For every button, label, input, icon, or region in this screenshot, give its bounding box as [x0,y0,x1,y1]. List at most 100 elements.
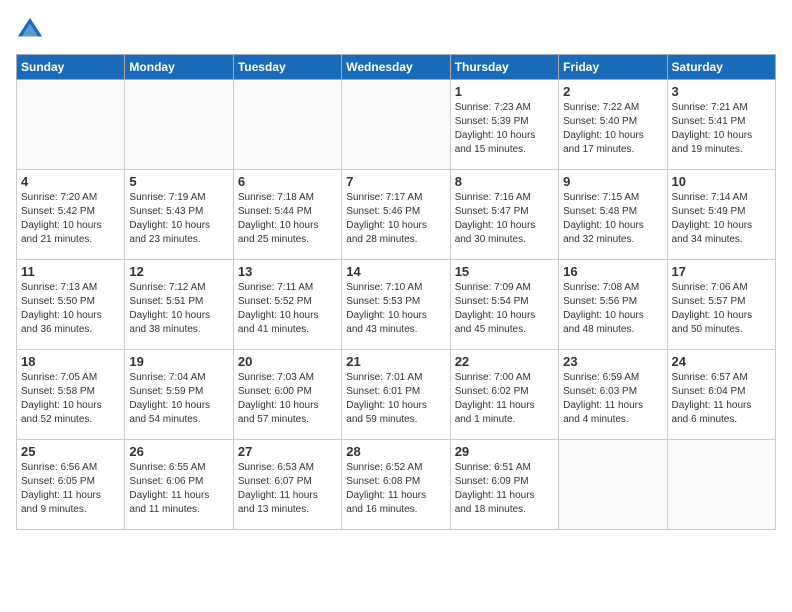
day-number: 13 [238,264,337,279]
calendar-cell: 23 Sunrise: 6:59 AM Sunset: 6:03 PM Dayli… [559,350,667,440]
calendar-cell: 28 Sunrise: 6:52 AM Sunset: 6:08 PM Dayli… [342,440,450,530]
day-number: 1 [455,84,554,99]
calendar-cell: 22 Sunrise: 7:00 AM Sunset: 6:02 PM Dayli… [450,350,558,440]
day-info: Sunrise: 7:00 AM Sunset: 6:02 PM Dayligh… [455,371,554,427]
day-info: Sunrise: 7:16 AM Sunset: 5:47 PM Dayligh… [455,191,554,247]
calendar-cell: 25 Sunrise: 6:56 AM Sunset: 6:05 PM Dayli… [17,440,125,530]
calendar-cell: 24 Sunrise: 6:57 AM Sunset: 6:04 PM Dayli… [667,350,775,440]
day-info: Sunrise: 6:55 AM Sunset: 6:06 PM Dayligh… [129,461,228,517]
calendar-cell: 9Sunrise: 7:15 AM Sunset: 5:48 PM Daylig… [559,170,667,260]
day-number: 15 [455,264,554,279]
calendar-cell [17,80,125,170]
day-info: Sunrise: 6:57 AM Sunset: 6:04 PM Dayligh… [672,371,771,427]
calendar-cell [233,80,341,170]
day-number: 12 [129,264,228,279]
day-number: 11 [21,264,120,279]
day-number: 28 [346,444,445,459]
calendar-cell: 14 Sunrise: 7:10 AM Sunset: 5:53 PM Dayli… [342,260,450,350]
weekday-header-wednesday: Wednesday [342,55,450,80]
weekday-header-tuesday: Tuesday [233,55,341,80]
day-number: 14 [346,264,445,279]
day-info: Sunrise: 7:23 AM Sunset: 5:39 PM Dayligh… [455,101,554,157]
day-number: 26 [129,444,228,459]
calendar-cell: 27Sunrise: 6:53 AM Sunset: 6:07 PM Dayli… [233,440,341,530]
day-number: 18 [21,354,120,369]
day-info: Sunrise: 7:17 AM Sunset: 5:46 PM Dayligh… [346,191,445,247]
calendar-cell [125,80,233,170]
day-number: 6 [238,174,337,189]
day-number: 21 [346,354,445,369]
calendar-cell: 11 Sunrise: 7:13 AM Sunset: 5:50 PM Dayli… [17,260,125,350]
day-number: 5 [129,174,228,189]
calendar-cell: 18 Sunrise: 7:05 AM Sunset: 5:58 PM Dayli… [17,350,125,440]
weekday-header-sunday: Sunday [17,55,125,80]
day-info: Sunrise: 7:03 AM Sunset: 6:00 PM Dayligh… [238,371,337,427]
day-number: 10 [672,174,771,189]
calendar-cell: 21 Sunrise: 7:01 AM Sunset: 6:01 PM Dayli… [342,350,450,440]
page-header [16,16,776,44]
day-info: Sunrise: 7:15 AM Sunset: 5:48 PM Dayligh… [563,191,662,247]
calendar-cell: 19 Sunrise: 7:04 AM Sunset: 5:59 PM Dayli… [125,350,233,440]
day-info: Sunrise: 6:59 AM Sunset: 6:03 PM Dayligh… [563,371,662,427]
day-info: Sunrise: 7:04 AM Sunset: 5:59 PM Dayligh… [129,371,228,427]
day-info: Sunrise: 6:52 AM Sunset: 6:08 PM Dayligh… [346,461,445,517]
day-info: Sunrise: 7:14 AM Sunset: 5:49 PM Dayligh… [672,191,771,247]
day-number: 19 [129,354,228,369]
calendar-cell: 3 Sunrise: 7:21 AM Sunset: 5:41 PM Daylig… [667,80,775,170]
calendar-cell: 1 Sunrise: 7:23 AM Sunset: 5:39 PM Daylig… [450,80,558,170]
day-number: 27 [238,444,337,459]
calendar-cell: 20 Sunrise: 7:03 AM Sunset: 6:00 PM Dayli… [233,350,341,440]
day-info: Sunrise: 6:51 AM Sunset: 6:09 PM Dayligh… [455,461,554,517]
day-number: 2 [563,84,662,99]
day-number: 8 [455,174,554,189]
calendar-cell [342,80,450,170]
calendar-cell: 7 Sunrise: 7:17 AM Sunset: 5:46 PM Daylig… [342,170,450,260]
weekday-header-friday: Friday [559,55,667,80]
day-number: 20 [238,354,337,369]
day-number: 24 [672,354,771,369]
day-number: 29 [455,444,554,459]
calendar-cell: 2 Sunrise: 7:22 AM Sunset: 5:40 PM Daylig… [559,80,667,170]
day-number: 4 [21,174,120,189]
day-number: 23 [563,354,662,369]
week-row-1: 1 Sunrise: 7:23 AM Sunset: 5:39 PM Daylig… [17,80,776,170]
calendar-cell [559,440,667,530]
day-info: Sunrise: 7:05 AM Sunset: 5:58 PM Dayligh… [21,371,120,427]
day-info: Sunrise: 7:22 AM Sunset: 5:40 PM Dayligh… [563,101,662,157]
weekday-header-thursday: Thursday [450,55,558,80]
logo [16,16,48,44]
day-info: Sunrise: 7:19 AM Sunset: 5:43 PM Dayligh… [129,191,228,247]
logo-icon [16,16,44,44]
day-info: Sunrise: 6:56 AM Sunset: 6:05 PM Dayligh… [21,461,120,517]
day-number: 25 [21,444,120,459]
calendar-cell: 26 Sunrise: 6:55 AM Sunset: 6:06 PM Dayli… [125,440,233,530]
day-info: Sunrise: 7:18 AM Sunset: 5:44 PM Dayligh… [238,191,337,247]
day-number: 3 [672,84,771,99]
day-info: Sunrise: 7:20 AM Sunset: 5:42 PM Dayligh… [21,191,120,247]
day-info: Sunrise: 7:09 AM Sunset: 5:54 PM Dayligh… [455,281,554,337]
day-info: Sunrise: 7:08 AM Sunset: 5:56 PM Dayligh… [563,281,662,337]
calendar-cell: 12 Sunrise: 7:12 AM Sunset: 5:51 PM Dayli… [125,260,233,350]
calendar-cell: 29 Sunrise: 6:51 AM Sunset: 6:09 PM Dayli… [450,440,558,530]
calendar-cell: 13 Sunrise: 7:11 AM Sunset: 5:52 PM Dayli… [233,260,341,350]
calendar-cell: 6 Sunrise: 7:18 AM Sunset: 5:44 PM Daylig… [233,170,341,260]
calendar-cell: 8 Sunrise: 7:16 AM Sunset: 5:47 PM Daylig… [450,170,558,260]
day-info: Sunrise: 7:10 AM Sunset: 5:53 PM Dayligh… [346,281,445,337]
day-info: Sunrise: 7:21 AM Sunset: 5:41 PM Dayligh… [672,101,771,157]
day-number: 22 [455,354,554,369]
day-info: Sunrise: 7:06 AM Sunset: 5:57 PM Dayligh… [672,281,771,337]
week-row-2: 4 Sunrise: 7:20 AM Sunset: 5:42 PM Daylig… [17,170,776,260]
day-info: Sunrise: 7:13 AM Sunset: 5:50 PM Dayligh… [21,281,120,337]
weekday-header-monday: Monday [125,55,233,80]
day-info: Sunrise: 7:12 AM Sunset: 5:51 PM Dayligh… [129,281,228,337]
calendar-cell: 16 Sunrise: 7:08 AM Sunset: 5:56 PM Dayli… [559,260,667,350]
calendar-cell: 10 Sunrise: 7:14 AM Sunset: 5:49 PM Dayli… [667,170,775,260]
day-info: Sunrise: 7:01 AM Sunset: 6:01 PM Dayligh… [346,371,445,427]
day-number: 17 [672,264,771,279]
weekday-header-saturday: Saturday [667,55,775,80]
day-number: 16 [563,264,662,279]
day-info: Sunrise: 7:11 AM Sunset: 5:52 PM Dayligh… [238,281,337,337]
calendar-cell: 17 Sunrise: 7:06 AM Sunset: 5:57 PM Dayli… [667,260,775,350]
week-row-4: 18 Sunrise: 7:05 AM Sunset: 5:58 PM Dayli… [17,350,776,440]
day-number: 7 [346,174,445,189]
